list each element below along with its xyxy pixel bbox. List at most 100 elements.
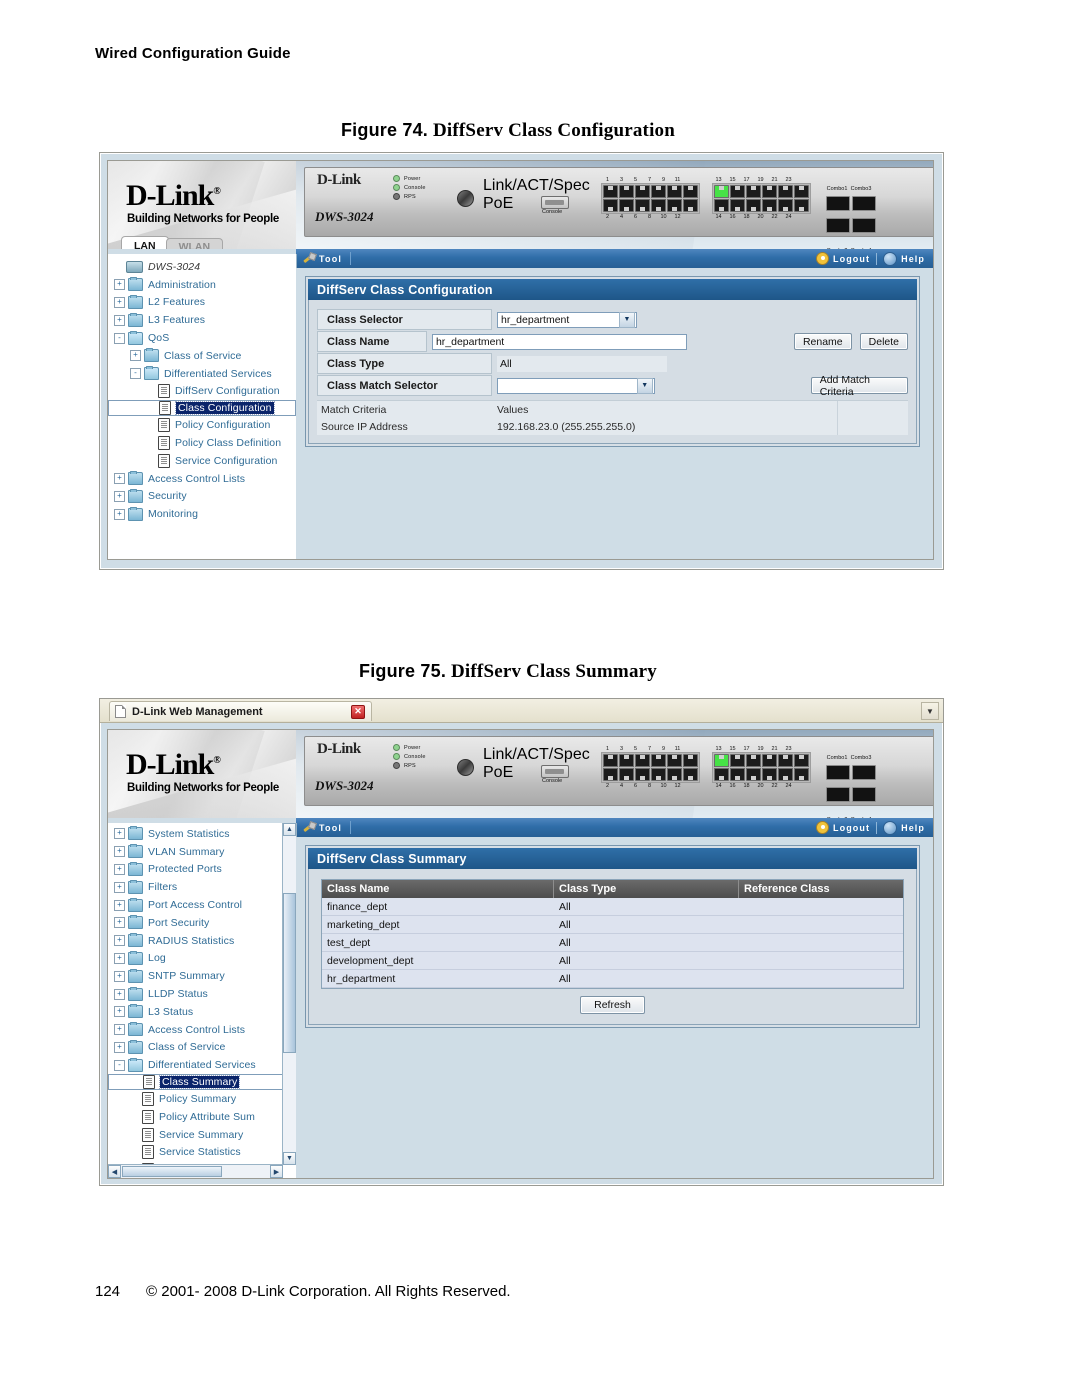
tree-item-diffserv-configuration[interactable]: DiffServ Configuration — [108, 383, 296, 401]
tree-item-label: L3 Features — [148, 314, 206, 327]
folder-icon — [128, 1039, 143, 1054]
tree-item-class-summary[interactable]: Class Summary — [108, 1074, 296, 1091]
tree-vertical-scrollbar[interactable]: ▲ ▼ — [282, 823, 296, 1165]
tree-item-class-of-service[interactable]: + Class of Service — [108, 347, 296, 365]
logout-button[interactable]: Logout — [816, 821, 870, 834]
tree-item-differentiated-services[interactable]: - Differentiated Services — [108, 1056, 296, 1074]
tree-item-policy-configuration[interactable]: Policy Configuration — [108, 416, 296, 434]
expand-icon[interactable]: + — [114, 970, 125, 982]
collapse-icon[interactable]: - — [114, 1059, 125, 1071]
tree-item-administration[interactable]: + Administration — [108, 276, 296, 294]
folder-icon — [128, 826, 143, 841]
close-icon[interactable]: ✕ — [351, 704, 365, 719]
page-icon — [142, 1127, 154, 1142]
brand-tagline: Building Networks for People — [127, 213, 279, 225]
console-port-icon — [541, 765, 569, 778]
table-row: hr_department All — [322, 970, 903, 988]
tree-horizontal-scrollbar[interactable]: ◀ ▶ — [108, 1164, 283, 1178]
expand-icon[interactable]: + — [114, 917, 125, 929]
tree-item-system-statistics[interactable]: + System Statistics — [108, 825, 296, 843]
tree-item-lldp-status[interactable]: + LLDP Status — [108, 985, 296, 1003]
tree-item-port-access-control[interactable]: + Port Access Control — [108, 896, 296, 914]
scroll-right-arrow-icon[interactable]: ▶ — [270, 1165, 283, 1178]
delete-button[interactable]: Delete — [859, 333, 908, 350]
expand-icon[interactable]: + — [114, 279, 125, 291]
tab-lan[interactable]: LAN — [121, 236, 169, 249]
expand-icon[interactable]: + — [114, 1041, 125, 1053]
tool-button[interactable]: Tool — [296, 822, 342, 833]
device-logo: D-Link — [317, 741, 361, 757]
expand-icon[interactable]: + — [114, 473, 125, 485]
expand-icon[interactable]: + — [114, 296, 125, 308]
tree-item-vlan-summary[interactable]: + VLAN Summary — [108, 843, 296, 861]
tree-item-l2-features[interactable]: + L2 Features — [108, 294, 296, 312]
class-selector-dropdown[interactable]: hr_department ▼ — [497, 311, 637, 328]
tree-item-access-control-lists[interactable]: + Access Control Lists — [108, 1021, 296, 1039]
tree-item-access-control-lists[interactable]: + Access Control Lists — [108, 470, 296, 488]
scroll-down-arrow-icon[interactable]: ▼ — [283, 1152, 296, 1165]
refresh-button[interactable]: Refresh — [580, 996, 645, 1014]
expand-icon[interactable]: + — [114, 1006, 125, 1018]
tree-item-label: Protected Ports — [148, 863, 222, 876]
tree-item-dws-3024[interactable]: DWS-3024 — [108, 258, 296, 276]
expand-icon[interactable]: + — [114, 881, 125, 893]
tree-item-protected-ports[interactable]: + Protected Ports — [108, 861, 296, 879]
tree-item-policy-class-definition[interactable]: Policy Class Definition — [108, 434, 296, 452]
tree-item-security[interactable]: + Security — [108, 488, 296, 506]
expand-icon[interactable]: + — [114, 490, 125, 502]
expand-icon[interactable]: + — [114, 952, 125, 964]
expand-icon[interactable]: + — [114, 988, 125, 1000]
expand-icon[interactable]: + — [130, 350, 141, 362]
expand-icon[interactable]: + — [114, 899, 125, 911]
tree-item-filters[interactable]: + Filters — [108, 878, 296, 896]
folder-icon — [128, 897, 143, 912]
navigation-tree-75[interactable]: + System Statistics + VLAN Summary + Protecte… — [108, 823, 297, 1178]
tree-item-class-configuration[interactable]: Class Configuration — [108, 400, 296, 417]
tree-item-policy-attribute-sum[interactable]: Policy Attribute Sum — [108, 1108, 296, 1126]
expand-icon[interactable]: + — [114, 508, 125, 520]
expand-icon[interactable]: + — [114, 863, 125, 875]
panel-title: DiffServ Class Summary — [308, 848, 917, 869]
expand-icon[interactable]: + — [114, 935, 125, 947]
dlink-logo: D-Link® — [126, 748, 221, 781]
chevron-down-icon[interactable]: ▼ — [921, 702, 939, 720]
tree-item-l3-features[interactable]: + L3 Features — [108, 311, 296, 329]
collapse-icon[interactable]: - — [114, 332, 125, 344]
navigation-tree-74[interactable]: DWS-3024 + Administration + L2 Features + L3 F… — [108, 254, 297, 559]
help-button[interactable]: Help — [883, 820, 925, 835]
class-name-input[interactable]: hr_department — [431, 333, 687, 350]
tree-item-log[interactable]: + Log — [108, 950, 296, 968]
product-banner-74: D-Link® Building Networks for People D-L… — [108, 161, 933, 249]
expand-icon[interactable]: + — [114, 1024, 125, 1036]
scroll-left-arrow-icon[interactable]: ◀ — [108, 1165, 121, 1178]
tree-item-sntp-summary[interactable]: + SNTP Summary — [108, 967, 296, 985]
logout-button[interactable]: Logout — [816, 252, 870, 265]
expand-icon[interactable]: + — [114, 828, 125, 840]
collapse-icon[interactable]: - — [130, 368, 141, 380]
tool-button[interactable]: Tool — [296, 253, 342, 264]
tree-item-service-configuration[interactable]: Service Configuration — [108, 452, 296, 470]
scroll-thumb[interactable] — [122, 1166, 222, 1177]
browser-tab[interactable]: D-Link Web Management ✕ — [109, 701, 372, 721]
tree-item-radius-statistics[interactable]: + RADIUS Statistics — [108, 932, 296, 950]
page-icon — [115, 705, 126, 718]
tree-item-l3-status[interactable]: + L3 Status — [108, 1003, 296, 1021]
help-button[interactable]: Help — [883, 251, 925, 266]
scroll-up-arrow-icon[interactable]: ▲ — [283, 823, 296, 836]
class-match-selector-dropdown[interactable]: ▼ — [497, 377, 655, 394]
tree-item-class-of-service[interactable]: + Class of Service — [108, 1039, 296, 1057]
tree-item-policy-summary[interactable]: Policy Summary — [108, 1090, 296, 1108]
tree-item-port-security[interactable]: + Port Security — [108, 914, 296, 932]
add-match-criteria-button[interactable]: Add Match Criteria — [810, 374, 908, 398]
tree-item-service-statistics[interactable]: Service Statistics — [108, 1144, 296, 1162]
scroll-thumb[interactable] — [283, 893, 296, 1053]
tree-item-qos[interactable]: - QoS — [108, 329, 296, 347]
tree-item-monitoring[interactable]: + Monitoring — [108, 505, 296, 523]
tree-item-service-summary[interactable]: Service Summary — [108, 1126, 296, 1144]
expand-icon[interactable]: + — [114, 314, 125, 326]
expand-icon[interactable]: + — [114, 846, 125, 858]
diffserv-class-summary-panel: DiffServ Class Summary Class Name Class … — [305, 845, 920, 1028]
tab-wlan[interactable]: WLAN — [165, 238, 224, 249]
rename-button[interactable]: Rename — [793, 333, 852, 350]
tree-item-differentiated-services[interactable]: - Differentiated Services — [108, 365, 296, 383]
